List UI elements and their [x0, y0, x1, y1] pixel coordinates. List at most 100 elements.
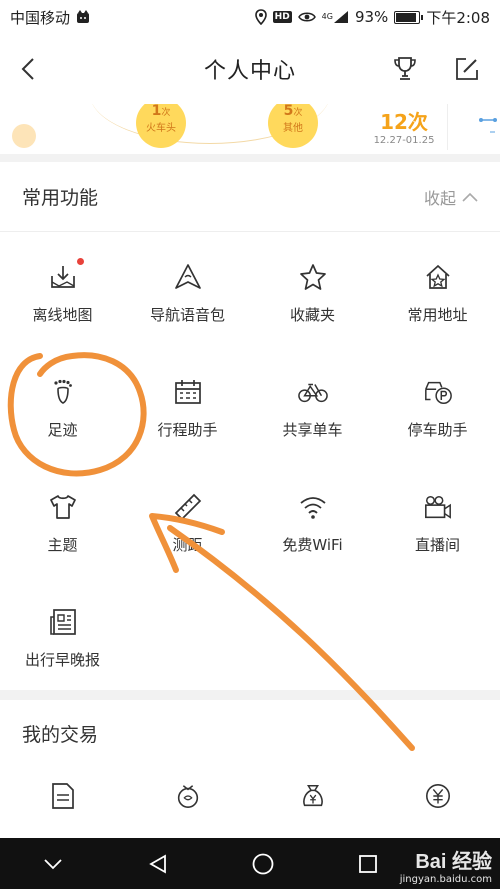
status-right: HD 4G 93% 下午2:08: [254, 7, 490, 28]
stats-total: 12次 12.27-01.25: [364, 106, 444, 146]
hd-badge: HD: [272, 11, 292, 23]
tile-label: 导航语音包: [149, 306, 225, 324]
home-star-icon: [423, 262, 453, 292]
tile-label: 共享单车: [282, 421, 343, 439]
tile-shared-bike[interactable]: 共享单车: [250, 351, 375, 466]
system-recents-button[interactable]: [354, 850, 382, 878]
footprint-icon: [48, 377, 78, 407]
tile-label: 免费WiFi: [282, 536, 343, 554]
battery-fill: [396, 12, 416, 22]
clock: 下午2:08: [426, 8, 490, 27]
hide-nav-button[interactable]: [39, 850, 67, 878]
common-functions-title: 常用功能: [22, 187, 99, 209]
tile-footprint[interactable]: 足迹: [0, 351, 125, 466]
signal-icon: 4G: [322, 10, 349, 24]
edit-icon: [456, 58, 478, 80]
collapse-button[interactable]: 收起: [424, 185, 478, 209]
bubble-2-label: 其他: [283, 122, 303, 134]
stats-bubble-2: 5次 其他: [268, 104, 318, 148]
tile-common-address[interactable]: 常用地址: [375, 236, 500, 351]
tile-live-room[interactable]: 直播间: [375, 466, 500, 581]
tile-favorites[interactable]: 收藏夹: [250, 236, 375, 351]
wifi-icon: [298, 492, 328, 522]
bubble-1-count: 1: [151, 104, 162, 119]
stats-total-count: 12次: [380, 110, 428, 134]
chevron-up-icon: [462, 192, 478, 202]
tile-measure-distance[interactable]: 测距: [125, 466, 250, 581]
system-navigation-bar: Bai 经验 jingyan.baidu.com: [0, 838, 500, 889]
tile-free-wifi[interactable]: 免费WiFi: [250, 466, 375, 581]
travel-stats-strip: 1次 火车头 5次 其他 12次 12.27-01.25: [0, 104, 500, 154]
payment-button[interactable]: [424, 782, 452, 810]
status-left: 中国移动: [10, 7, 90, 28]
tile-theme[interactable]: 主题: [0, 466, 125, 581]
tile-offline-map[interactable]: 离线地图: [0, 236, 125, 351]
back-button[interactable]: [14, 54, 44, 84]
offline-map-icon: [48, 258, 84, 292]
orders-button[interactable]: [49, 782, 77, 810]
tile-label: 主题: [47, 536, 78, 554]
tile-travel-news[interactable]: 出行早晚报: [0, 581, 125, 696]
collapse-label: 收起: [423, 188, 456, 208]
tile-label: 行程助手: [157, 421, 218, 439]
cat-notification-icon: [76, 10, 90, 24]
eye-icon: [297, 11, 316, 23]
page-header: 个人中心: [0, 34, 500, 104]
tile-parking-assistant[interactable]: 停车助手: [375, 351, 500, 466]
page-title: 个人中心: [203, 59, 296, 84]
bubble-2-unit: 次: [293, 107, 303, 118]
tile-trip-assistant[interactable]: 行程助手: [125, 351, 250, 466]
route-icon: [479, 118, 497, 133]
my-transactions-section: 我的交易: [0, 700, 500, 840]
square-recents-icon: [358, 854, 377, 873]
bubble-1-label: 火车头: [146, 122, 176, 134]
circle-home-icon: [252, 853, 273, 874]
tile-label: 停车助手: [407, 421, 468, 439]
parking-car-icon: [423, 377, 453, 407]
new-badge-dot: [76, 258, 84, 265]
voice-pack-icon: [173, 262, 203, 292]
transactions-row: [0, 766, 500, 826]
battery-icon: [394, 10, 424, 24]
chevron-down-icon: [43, 858, 62, 869]
tile-label: 收藏夹: [289, 306, 335, 324]
watermark-main: Bai 经验: [415, 851, 492, 873]
stats-dot: [12, 124, 36, 148]
back-icon: [21, 58, 34, 80]
common-functions-header: 常用功能 收起: [0, 162, 500, 232]
common-functions-grid: 离线地图 导航语音包 收藏夹 常用地址 足迹 行程助手 共享单车 停车助手 主题…: [0, 232, 500, 696]
tile-voice-pack[interactable]: 导航语音包: [125, 236, 250, 351]
tile-label: 常用地址: [407, 306, 468, 324]
edit-button[interactable]: [452, 54, 482, 84]
my-transactions-header: 我的交易: [0, 700, 500, 766]
next-stats-card[interactable]: [478, 104, 500, 150]
tile-label: 直播间: [414, 536, 460, 554]
location-icon: [254, 9, 267, 25]
bicycle-icon: [297, 377, 328, 407]
system-back-button[interactable]: [144, 850, 172, 878]
bubble-1-unit: 次: [161, 107, 171, 118]
travel-stats-card[interactable]: 1次 火车头 5次 其他 12次 12.27-01.25: [0, 104, 448, 150]
newspaper-icon: [48, 607, 78, 637]
tshirt-icon: [48, 492, 78, 522]
carrier-label: 中国移动: [10, 8, 71, 27]
wallet-button[interactable]: [299, 782, 327, 810]
trophy-button[interactable]: [390, 54, 420, 84]
baidu-jingyan-watermark: Bai 经验 jingyan.baidu.com: [400, 845, 492, 885]
system-home-button[interactable]: [249, 850, 277, 878]
triangle-back-icon: [148, 853, 166, 874]
calendar-icon: [173, 377, 203, 407]
tile-label: 出行早晚报: [24, 651, 100, 669]
bubble-2-count: 5: [283, 104, 294, 119]
tile-label: 测距: [172, 536, 203, 554]
money-bag-icon: [302, 784, 323, 807]
tile-label: 足迹: [47, 421, 78, 439]
stats-date-range: 12.27-01.25: [373, 135, 435, 146]
status-bar: 中国移动 HD 4G 93% 下午2:08: [0, 0, 500, 34]
common-functions-section: 常用功能 收起 离线地图 导航语音包 收藏夹 常用地址 足迹 行程助手 共享单车…: [0, 162, 500, 690]
battery-percent: 93%: [354, 8, 389, 26]
tile-label: 离线地图: [32, 306, 93, 324]
coupons-button[interactable]: [174, 782, 202, 810]
video-camera-icon: [423, 492, 453, 522]
coupon-icon: [177, 785, 198, 808]
